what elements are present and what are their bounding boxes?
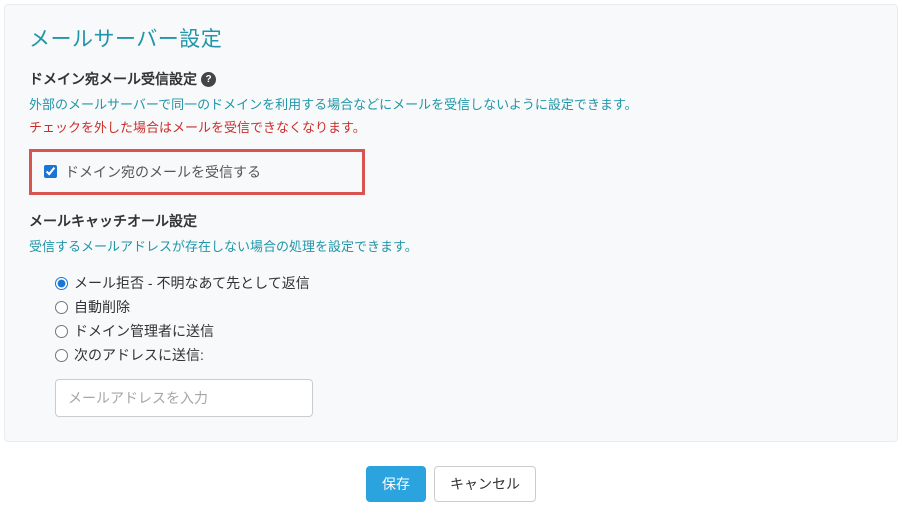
domain-mail-checkbox-row[interactable]: ドメイン宛のメールを受信する — [44, 162, 350, 182]
domain-mail-section: ドメイン宛メール受信設定 ? 外部のメールサーバーで同一のドメインを利用する場合… — [29, 69, 873, 195]
catchall-option-admin[interactable]: ドメイン管理者に送信 — [55, 321, 873, 342]
catchall-radio-delete[interactable] — [55, 301, 68, 314]
catchall-option-address[interactable]: 次のアドレスに送信: — [55, 345, 873, 366]
domain-mail-warning: チェックを外した場合はメールを受信できなくなります。 — [29, 118, 873, 139]
catchall-option-reject[interactable]: メール拒否 - 不明なあて先として返信 — [55, 273, 873, 294]
catchall-radio-address[interactable] — [55, 349, 68, 362]
action-footer: 保存 キャンセル — [0, 442, 902, 512]
catchall-label-delete: 自動削除 — [74, 297, 130, 318]
help-icon[interactable]: ? — [201, 72, 216, 87]
catchall-option-delete[interactable]: 自動削除 — [55, 297, 873, 318]
save-button[interactable]: 保存 — [366, 466, 426, 502]
catchall-options: メール拒否 - 不明なあて先として返信 自動削除 ドメイン管理者に送信 次のアド… — [55, 273, 873, 417]
domain-mail-checkbox[interactable] — [44, 165, 57, 178]
catchall-label-admin: ドメイン管理者に送信 — [74, 321, 214, 342]
domain-mail-checkbox-label: ドメイン宛のメールを受信する — [65, 162, 261, 182]
catchall-address-input[interactable] — [55, 379, 313, 417]
domain-mail-highlight: ドメイン宛のメールを受信する — [29, 149, 365, 195]
mail-server-settings-panel: メールサーバー設定 ドメイン宛メール受信設定 ? 外部のメールサーバーで同一のド… — [4, 4, 898, 442]
catchall-label-address: 次のアドレスに送信: — [74, 345, 204, 366]
catchall-label-reject: メール拒否 - 不明なあて先として返信 — [74, 273, 310, 294]
catchall-heading: メールキャッチオール設定 — [29, 211, 873, 231]
panel-title: メールサーバー設定 — [29, 23, 873, 53]
domain-mail-heading-row: ドメイン宛メール受信設定 ? — [29, 69, 873, 89]
domain-mail-desc: 外部のメールサーバーで同一のドメインを利用する場合などにメールを受信しないように… — [29, 95, 873, 116]
domain-mail-heading: ドメイン宛メール受信設定 — [29, 69, 197, 89]
catchall-desc: 受信するメールアドレスが存在しない場合の処理を設定できます。 — [29, 237, 873, 258]
cancel-button[interactable]: キャンセル — [434, 466, 536, 502]
catchall-radio-admin[interactable] — [55, 325, 68, 338]
catchall-radio-reject[interactable] — [55, 277, 68, 290]
catchall-section: メールキャッチオール設定 受信するメールアドレスが存在しない場合の処理を設定でき… — [29, 211, 873, 418]
